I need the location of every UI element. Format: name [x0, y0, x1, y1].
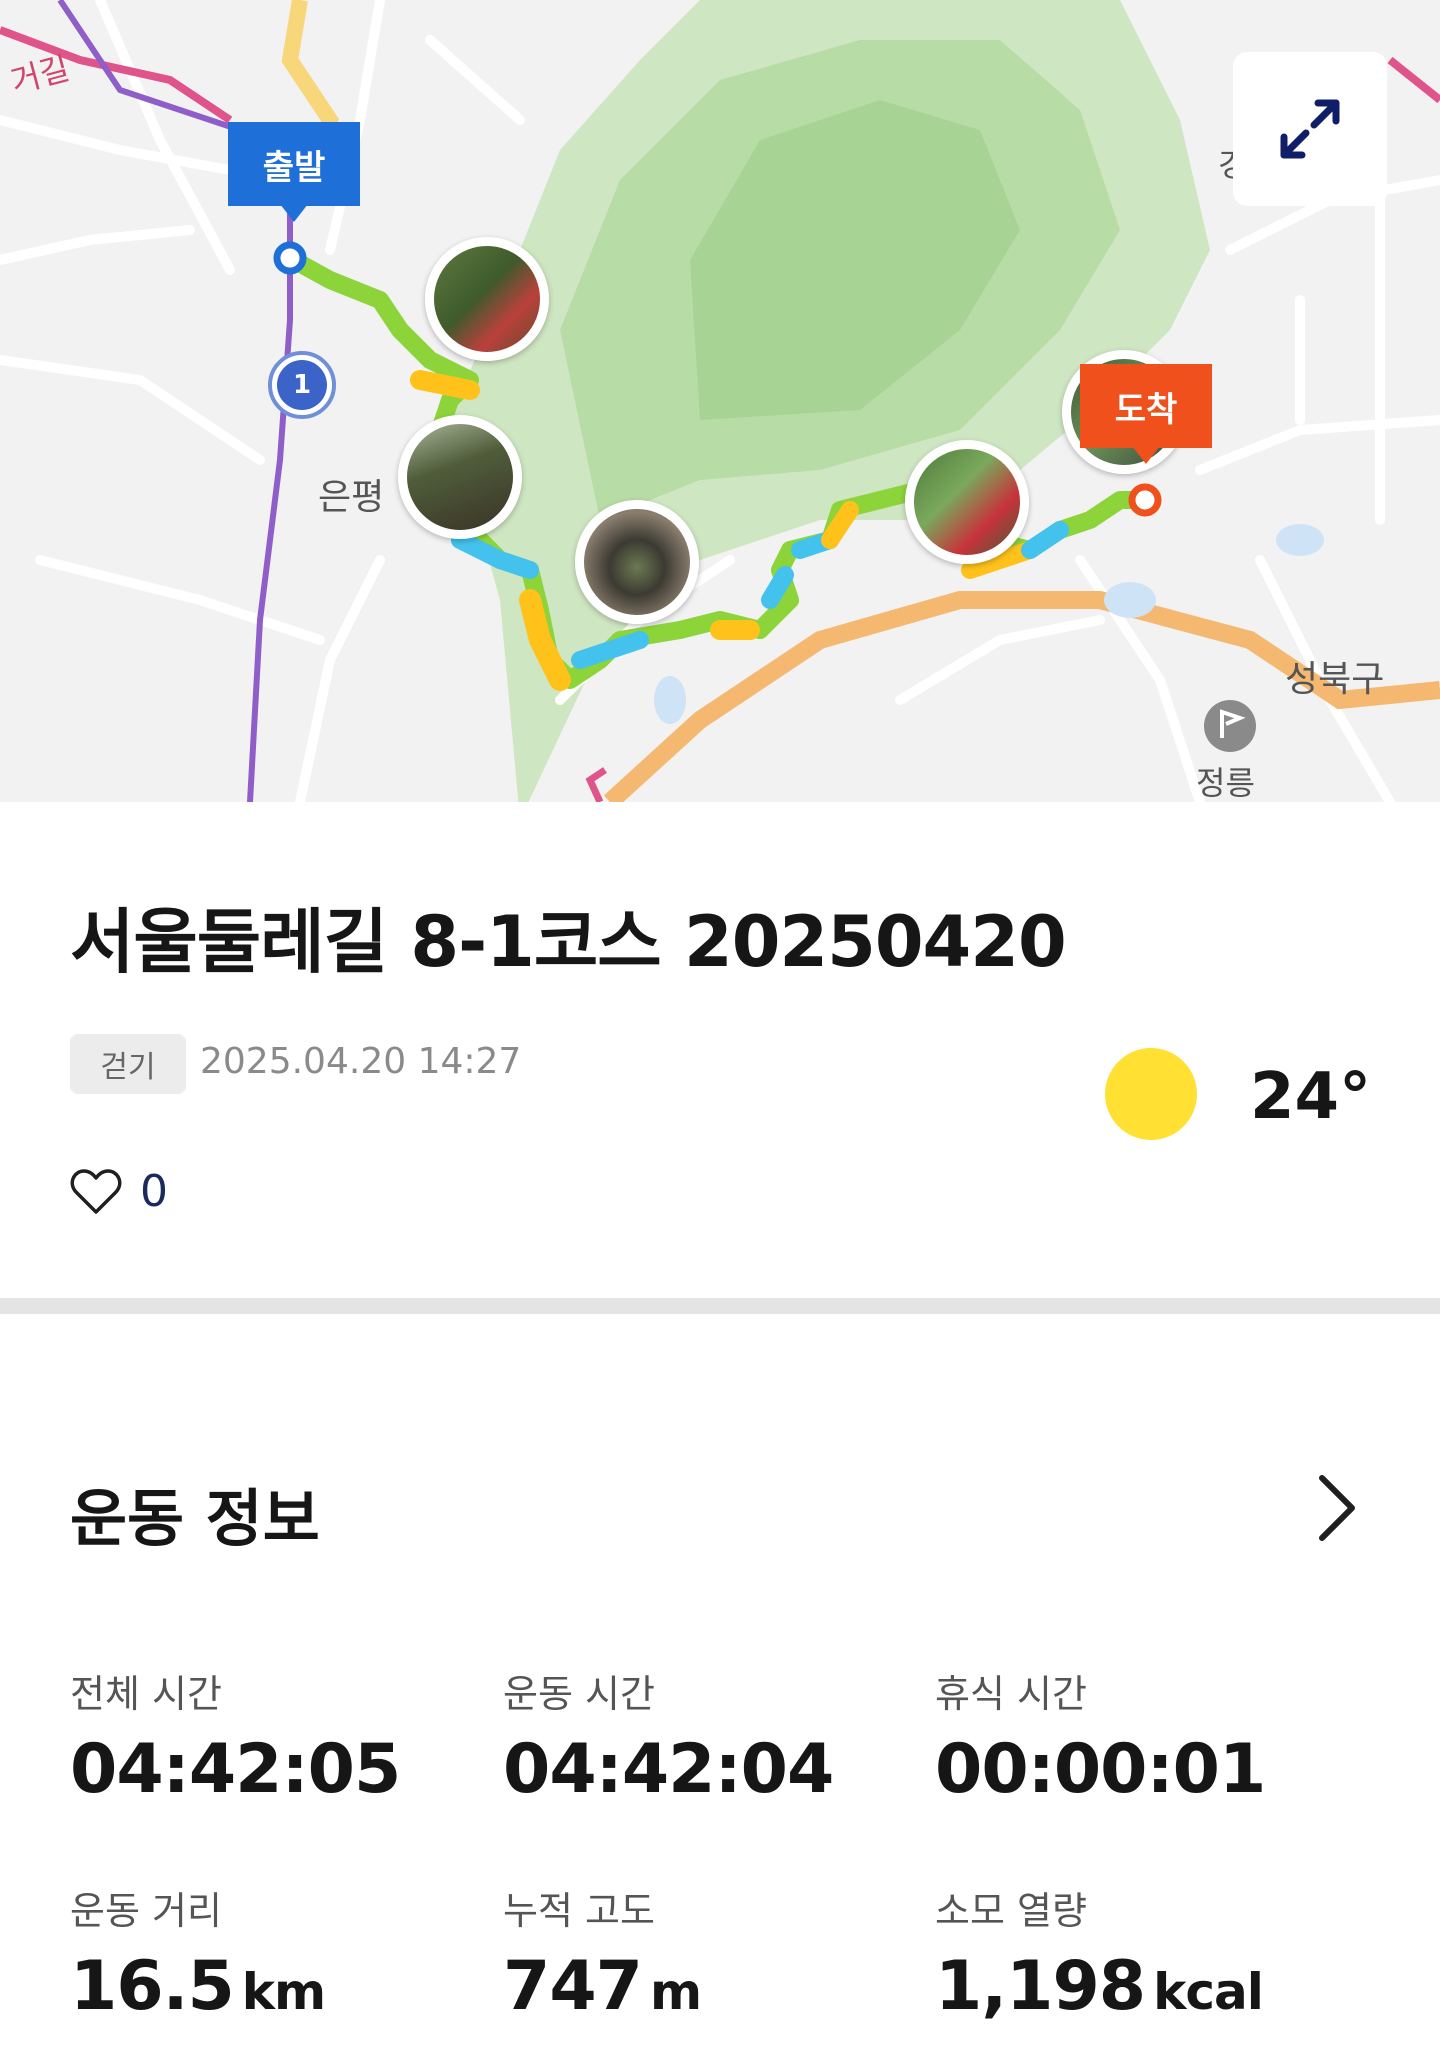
- stat-label: 소모 열량: [935, 1889, 1087, 1933]
- sun-icon: [1105, 1048, 1197, 1140]
- start-flag: 출발: [228, 122, 360, 206]
- stat-unit: km: [241, 1963, 326, 2021]
- stat-label: 누적 고도: [503, 1889, 655, 1933]
- route-photo-3[interactable]: [575, 500, 699, 624]
- activity-title: 서울둘레길 8-1코스 20250420: [70, 901, 1067, 983]
- stat-total-time: 전체 시간 04:42:05: [70, 1663, 490, 1809]
- stat-value: 1,198 kcal: [935, 1947, 1264, 2026]
- end-flag: 도착: [1080, 364, 1212, 448]
- activity-datetime: 2025.04.20 14:27: [200, 1041, 522, 1082]
- route-photo-1[interactable]: [425, 237, 549, 361]
- map-label-jeongneung: 정릉: [1196, 764, 1255, 802]
- map-label-eunpyeong: 은평: [318, 477, 385, 518]
- stat-value: 16.5 km: [70, 1947, 326, 2026]
- stat-elevation: 누적 고도 747 m: [503, 1880, 923, 2026]
- stat-rest-time: 휴식 시간 00:00:01: [935, 1663, 1355, 1809]
- map-label-seongbuk: 성북구: [1285, 659, 1385, 700]
- heart-icon: [70, 1168, 122, 1214]
- route-photo-4[interactable]: [905, 440, 1029, 564]
- exercise-info-heading: 운동 정보: [70, 1482, 320, 1555]
- section-divider: [0, 1298, 1440, 1314]
- route-map[interactable]: 1 은평 성북구 정릉 거길 경 출발 도착: [0, 0, 1440, 802]
- stat-label: 전체 시간: [70, 1672, 222, 1716]
- temperature: 24°: [1250, 1060, 1372, 1134]
- stat-value: 04:42:05: [70, 1730, 401, 1809]
- stat-value: 00:00:01: [935, 1730, 1266, 1809]
- like-button[interactable]: 0: [70, 1166, 168, 1217]
- stat-distance: 운동 거리 16.5 km: [70, 1880, 490, 2026]
- stat-exercise-time: 운동 시간 04:42:04: [503, 1663, 923, 1809]
- stat-value: 04:42:04: [503, 1730, 834, 1809]
- stat-unit: kcal: [1153, 1963, 1264, 2021]
- exercise-info-more-button[interactable]: [1308, 1470, 1364, 1550]
- map-background: [0, 0, 1440, 802]
- like-count: 0: [140, 1166, 168, 1217]
- expand-arrows-icon: [1280, 99, 1340, 159]
- activity-type-tag: 걷기: [70, 1034, 186, 1094]
- stat-label: 휴식 시간: [935, 1672, 1087, 1716]
- expand-map-button[interactable]: [1233, 52, 1387, 206]
- route-photo-2[interactable]: [398, 415, 522, 539]
- chevron-right-icon: [1319, 1475, 1355, 1541]
- stat-calories: 소모 열량 1,198 kcal: [935, 1880, 1355, 2026]
- route-number-label: 1: [292, 370, 312, 400]
- stat-value: 747 m: [503, 1947, 702, 2026]
- stat-unit: m: [649, 1963, 702, 2021]
- stat-label: 운동 시간: [503, 1672, 655, 1716]
- stat-label: 운동 거리: [70, 1889, 222, 1933]
